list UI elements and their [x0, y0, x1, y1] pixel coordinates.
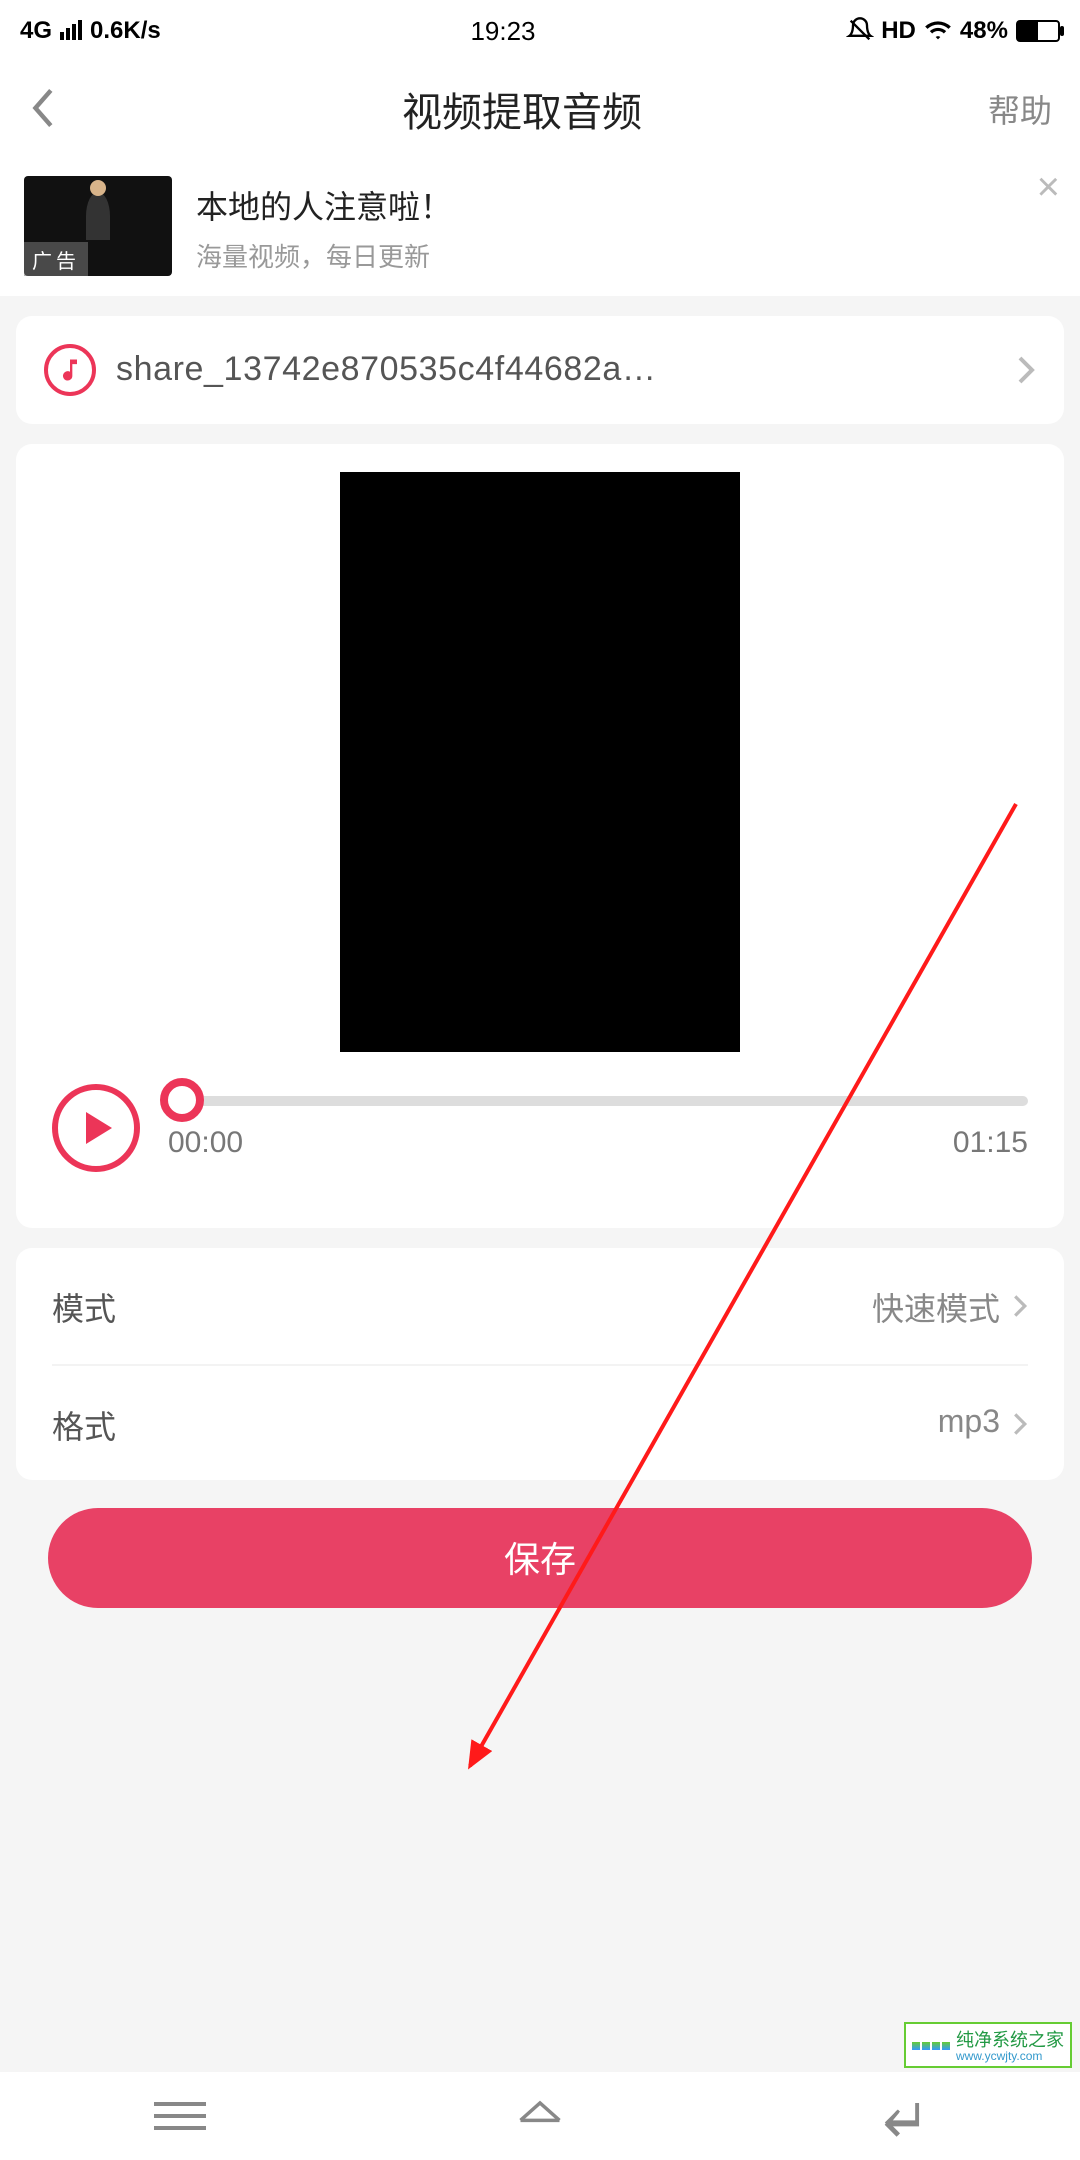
network-speed: 0.6K/s: [90, 16, 161, 44]
battery-icon: [1016, 19, 1060, 41]
battery-percent: 48%: [960, 16, 1008, 44]
recent-apps-button[interactable]: [154, 2102, 206, 2130]
wifi-icon: [924, 16, 952, 44]
close-icon[interactable]: ×: [1037, 168, 1060, 208]
video-preview[interactable]: [340, 472, 740, 1052]
timeline: 00:00 01:15: [168, 1096, 1028, 1160]
home-button[interactable]: [514, 2094, 566, 2138]
format-row[interactable]: 格式 mp3: [52, 1364, 1028, 1480]
preview-card: 00:00 01:15: [16, 444, 1064, 1228]
watermark-url: www.ycwjty.com: [956, 2052, 1064, 2064]
music-icon: [44, 344, 96, 396]
page-title: 视频提取音频: [56, 79, 988, 137]
format-label: 格式: [52, 1399, 116, 1447]
app-nav: 视频提取音频 帮助: [0, 60, 1080, 156]
status-time: 19:23: [470, 15, 535, 45]
ad-badge: 广告: [24, 242, 88, 276]
ad-banner[interactable]: 广告 本地的人注意啦！ 海量视频，每日更新 ×: [0, 156, 1080, 296]
play-icon: [86, 1112, 112, 1144]
hd-indicator: HD: [881, 16, 916, 44]
seek-slider[interactable]: [168, 1096, 1028, 1106]
watermark-title: 纯净系统之家: [956, 2026, 1064, 2052]
watermark: 纯净系统之家 www.ycwjty.com: [904, 2022, 1072, 2068]
network-type: 4G: [20, 16, 52, 44]
file-row[interactable]: share_13742e870535c4f44682a…: [16, 316, 1064, 424]
mode-label: 模式: [52, 1282, 116, 1330]
file-name: share_13742e870535c4f44682a…: [116, 350, 1004, 390]
format-value: mp3: [938, 1405, 1000, 1441]
seek-thumb[interactable]: [160, 1078, 204, 1122]
system-nav: [0, 2072, 1080, 2160]
back-icon[interactable]: [28, 86, 56, 130]
ad-title: 本地的人注意啦！: [196, 179, 1056, 227]
ad-thumbnail: 广告: [24, 176, 172, 276]
status-bar: 4G 0.6K/s 19:23 HD 48%: [0, 0, 1080, 60]
back-button[interactable]: [874, 2094, 926, 2138]
ad-subtitle: 海量视频，每日更新: [196, 235, 1056, 273]
mute-icon: [845, 16, 873, 44]
chevron-right-icon: [1012, 1292, 1028, 1320]
settings-card: 模式 快速模式 格式 mp3: [16, 1248, 1064, 1480]
signal-icon: [60, 20, 82, 40]
mode-row[interactable]: 模式 快速模式: [52, 1248, 1028, 1364]
play-button[interactable]: [52, 1084, 140, 1172]
save-button[interactable]: 保存: [48, 1508, 1032, 1608]
current-time: 00:00: [168, 1126, 243, 1160]
chevron-right-icon: [1012, 1409, 1028, 1437]
help-button[interactable]: 帮助: [988, 84, 1052, 132]
total-time: 01:15: [953, 1126, 1028, 1160]
mode-value: 快速模式: [872, 1282, 1000, 1330]
chevron-right-icon: [1016, 354, 1036, 386]
